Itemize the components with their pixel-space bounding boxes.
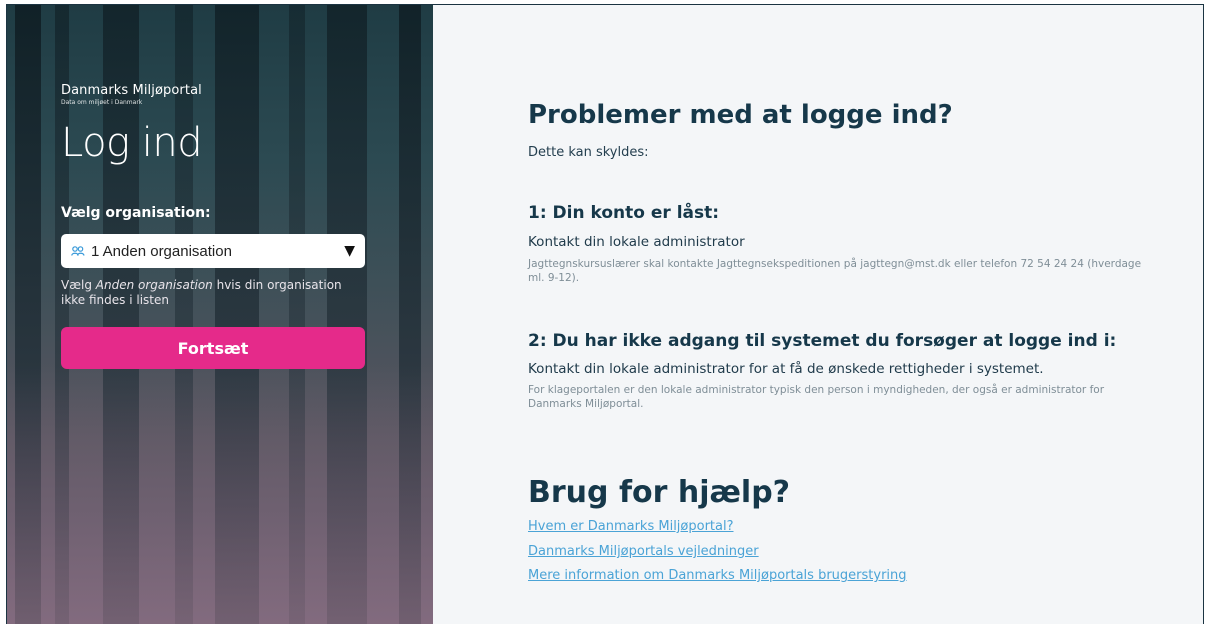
link-user-management-info[interactable]: Mere information om Danmarks Miljøportal… (528, 568, 907, 583)
problem-1-text: Kontakt din lokale administrator (528, 234, 745, 250)
problem-2-note: For klageportalen er den lokale administ… (528, 384, 1105, 410)
problem-2-text: Kontakt din lokale administrator for at … (528, 361, 1044, 377)
help-heading: Brug for hjælp? (528, 475, 791, 510)
organisation-label: Vælg organisation: (61, 205, 211, 221)
brand-tagline: Data om miljøet i Danmark (61, 99, 143, 106)
organisation-help-text: Vælg Anden organisation hvis din organis… (61, 278, 361, 308)
problems-heading: Problemer med at logge ind? (528, 100, 953, 130)
users-icon (71, 246, 85, 256)
help-panel: Problemer med at logge ind? Dette kan sk… (433, 5, 1203, 624)
problem-2-heading: 2: Du har ikke adgang til systemet du fo… (528, 331, 1117, 351)
brand-logo: Danmarks Miljøportal Data om miljøet i D… (61, 83, 202, 106)
brand-name: Danmarks Miljøportal (61, 83, 202, 98)
org-help-prefix: Vælg (61, 278, 96, 292)
organisation-select-value: 1 Anden organisation (91, 242, 232, 260)
link-guides[interactable]: Danmarks Miljøportals vejledninger (528, 544, 759, 559)
problem-1-heading: 1: Din konto er låst: (528, 203, 720, 223)
login-panel: Danmarks Miljøportal Data om miljøet i D… (7, 5, 433, 624)
fog-overlay (7, 365, 433, 624)
page-frame: Danmarks Miljøportal Data om miljøet i D… (6, 4, 1204, 624)
org-help-emphasis: Anden organisation (95, 278, 213, 292)
continue-button[interactable]: Fortsæt (61, 327, 365, 369)
link-about-portal[interactable]: Hvem er Danmarks Miljøportal? (528, 519, 734, 534)
problems-intro: Dette kan skyldes: (528, 145, 649, 160)
page-title: Log ind (61, 120, 203, 166)
organisation-select[interactable]: 1 Anden organisation ▼ (61, 234, 365, 268)
problem-1-note: Jagttegnskursuslærer skal kontakte Jagtt… (528, 258, 1142, 284)
dropdown-triangle-icon: ▼ (344, 243, 355, 259)
